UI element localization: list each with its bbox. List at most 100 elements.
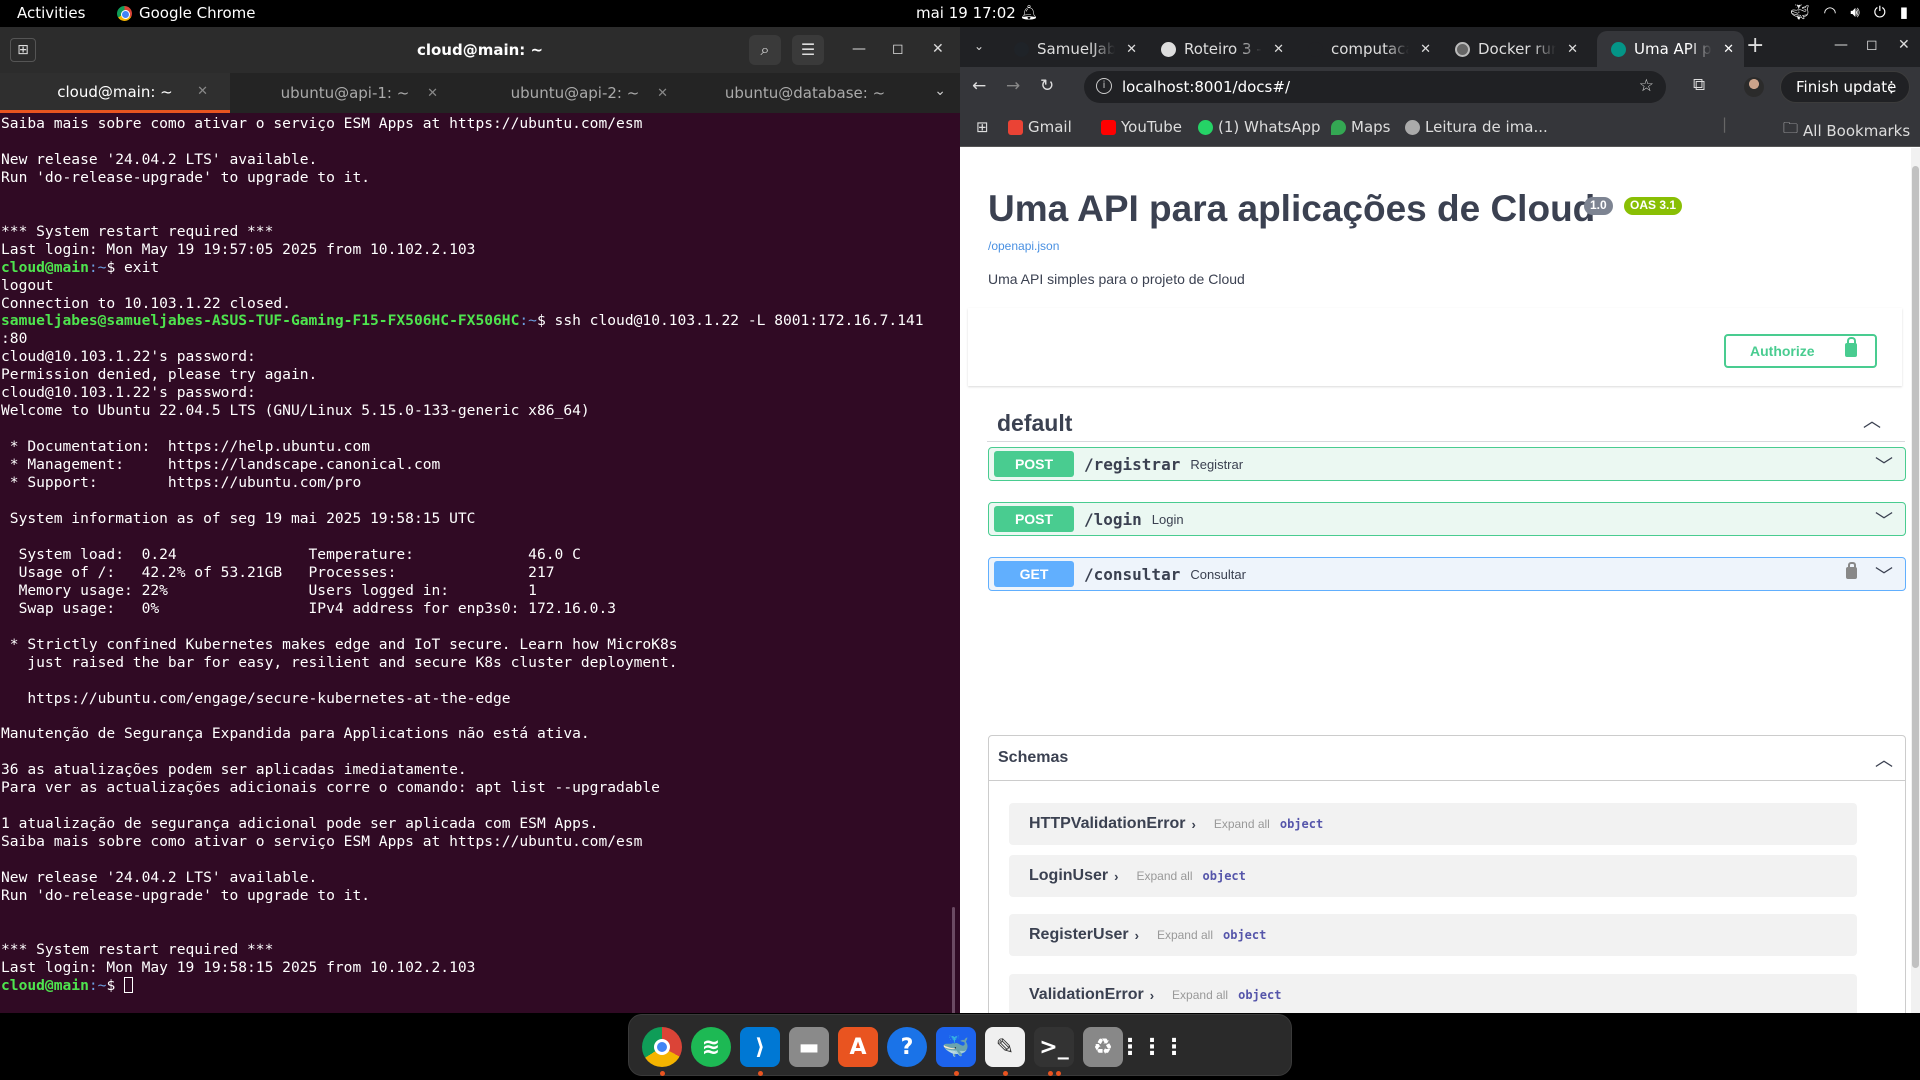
close-tab-icon[interactable]: ✕ [427,86,438,101]
authorize-button[interactable]: Authorize [1724,334,1877,368]
browser-tab[interactable]: SamuelJabes ✕ [1000,31,1147,67]
clock[interactable]: mai 19 17:02 [916,4,1016,22]
vscode-icon[interactable]: ⟩ [740,1027,780,1067]
terminal-tab-label: ubuntu@api-2: ~ [510,84,640,102]
help-icon[interactable]: ? [887,1027,927,1067]
method-badge: POST [994,451,1074,477]
terminal-header: ⊞ cloud@main: ~ ⌕ ☰ — ◻ ✕ [0,27,960,73]
lock-icon[interactable] [1846,562,1857,579]
schema-type: object [1238,988,1282,1002]
expand-all-link[interactable]: Expand all [1136,869,1192,883]
close-tab-icon[interactable]: ✕ [1126,42,1137,57]
terminal-line: Saiba mais sobre como ativar o serviço E… [1,833,643,851]
schema-model[interactable]: LoginUser › Expand all object [1009,855,1857,897]
bookmark-gmail[interactable]: Gmail [1008,118,1072,136]
bookmark-label: Maps [1351,118,1391,136]
bookmark-leitura[interactable]: Leitura de ima... [1405,118,1548,136]
files-icon[interactable]: ▬ [789,1027,829,1067]
finish-update-button[interactable]: Finish update ⋮ [1780,71,1910,103]
maximize-icon[interactable]: ◻ [1866,37,1878,53]
expand-all-link[interactable]: Expand all [1172,988,1228,1002]
expand-all-link[interactable]: Expand all [1157,928,1213,942]
profile-avatar[interactable] [1744,77,1764,97]
minimize-icon[interactable]: — [1834,37,1848,53]
close-tab-icon[interactable]: ✕ [197,84,208,99]
terminal-tab[interactable]: ubuntu@api-1: ~ ✕ [230,73,460,113]
chevron-down-icon[interactable]: ﹀ [1875,452,1893,478]
reload-icon[interactable]: ↻ [1040,76,1054,96]
schema-model[interactable]: ValidationError › Expand all object [1009,974,1857,1013]
minimize-icon[interactable]: — [852,41,866,57]
terminal-tab[interactable]: ubuntu@database: ~ [690,73,920,113]
chevron-down-icon[interactable]: ⌄ [934,83,946,99]
page-icon [1161,41,1176,57]
terminal-line: *** System restart required *** [1,222,274,240]
tag-section-header[interactable]: default ︿ [987,398,1905,442]
spotify-icon[interactable]: ≋ [691,1027,731,1067]
search-icon[interactable]: ⌕ [749,35,781,65]
docker-icon[interactable]: 🐳 [936,1027,976,1067]
site-info-icon[interactable]: i [1096,78,1112,94]
close-tab-icon[interactable]: ✕ [1273,42,1284,57]
page-scrollbar[interactable] [1911,148,1920,1013]
apps-icon[interactable]: ⊞ [976,118,989,136]
terminal-line: just raised the bar for easy, resilient … [1,653,678,671]
terminal-icon[interactable]: >_ [1034,1027,1074,1067]
chevron-down-icon[interactable]: ﹀ [1875,562,1893,588]
chevron-up-icon[interactable]: ︿ [1875,746,1893,772]
schema-model[interactable]: HTTPValidationError › Expand all object [1009,803,1857,845]
browser-tab-active[interactable]: Uma API para ✕ [1597,31,1744,67]
close-tab-icon[interactable]: ✕ [1420,42,1431,57]
terminal-scrollbar[interactable] [952,907,955,1017]
bookmark-star-icon[interactable]: ☆ [1639,76,1654,96]
browser-tab[interactable]: Docker run ✕ [1441,31,1588,67]
close-icon[interactable]: ✕ [932,41,944,57]
browser-tab[interactable]: computacao ✕ [1294,31,1441,67]
trash-icon[interactable]: ♻ [1083,1027,1123,1067]
maximize-icon[interactable]: ◻ [892,41,904,57]
extensions-icon[interactable]: ⧉ [1693,75,1705,95]
schemas-header[interactable]: Schemas ︿ [989,736,1905,781]
operation-registrar[interactable]: POST /registrar Registrar ﹀ [988,447,1906,481]
expand-all-link[interactable]: Expand all [1214,817,1270,831]
scrollbar-thumb[interactable] [1912,166,1919,968]
bookmark-maps[interactable]: Maps [1331,118,1390,136]
bookmark-whatsapp[interactable]: (1) WhatsApp [1198,118,1321,136]
bookmark-youtube[interactable]: YouTube [1101,118,1182,136]
operation-login[interactable]: POST /login Login ﹀ [988,502,1906,536]
terminal-tab[interactable]: ubuntu@api-2: ~ ✕ [460,73,690,113]
chevron-down-icon[interactable]: ﹀ [1875,507,1893,533]
openapi-json-link[interactable]: /openapi.json [988,239,1059,253]
menu-icon[interactable]: ☰ [792,35,824,65]
apps-grid-icon[interactable]: ⋮⋮⋮ [1119,1027,1185,1067]
terminal-line: * Strictly confined Kubernetes makes edg… [1,635,678,653]
tab-search-icon[interactable]: ⌄ [974,39,984,53]
all-bookmarks-label: All Bookmarks [1803,121,1911,140]
close-tab-icon[interactable]: ✕ [657,86,668,101]
text-editor-icon[interactable]: ✎ [985,1027,1025,1067]
address-bar[interactable]: i localhost:8001/docs#/ ☆ [1084,71,1666,103]
terminal-output[interactable]: Saiba mais sobre como ativar o serviço E… [1,115,951,1015]
chrome-icon[interactable] [642,1027,682,1067]
close-tab-icon[interactable]: ✕ [1723,42,1734,57]
operation-consultar[interactable]: GET /consultar Consultar ﹀ [988,557,1906,591]
close-tab-icon[interactable]: ✕ [1567,42,1578,57]
close-icon[interactable]: ✕ [1898,37,1910,53]
all-bookmarks[interactable]: 🗀 All Bookmarks [1783,118,1910,143]
app-center-icon[interactable]: A [838,1027,878,1067]
activities-button[interactable]: Activities [17,4,85,22]
terminal-tab[interactable]: cloud@main: ~ ✕ [0,73,230,113]
browser-tab[interactable]: Roteiro 3 - C ✕ [1147,31,1294,67]
forward-icon[interactable]: → [1006,76,1020,96]
back-icon[interactable]: ← [972,76,986,96]
prompt-path: :~ [88,976,107,994]
new-tab-icon[interactable]: + [1746,33,1764,58]
system-tray[interactable]: 🐳︎ ◠ 🔊︎ ⏻ ▮ [1790,3,1908,21]
chevron-up-icon[interactable]: ︿ [1863,407,1881,433]
app-menu[interactable]: Google Chrome [117,4,256,22]
schema-model[interactable]: RegisterUser › Expand all object [1009,914,1857,956]
